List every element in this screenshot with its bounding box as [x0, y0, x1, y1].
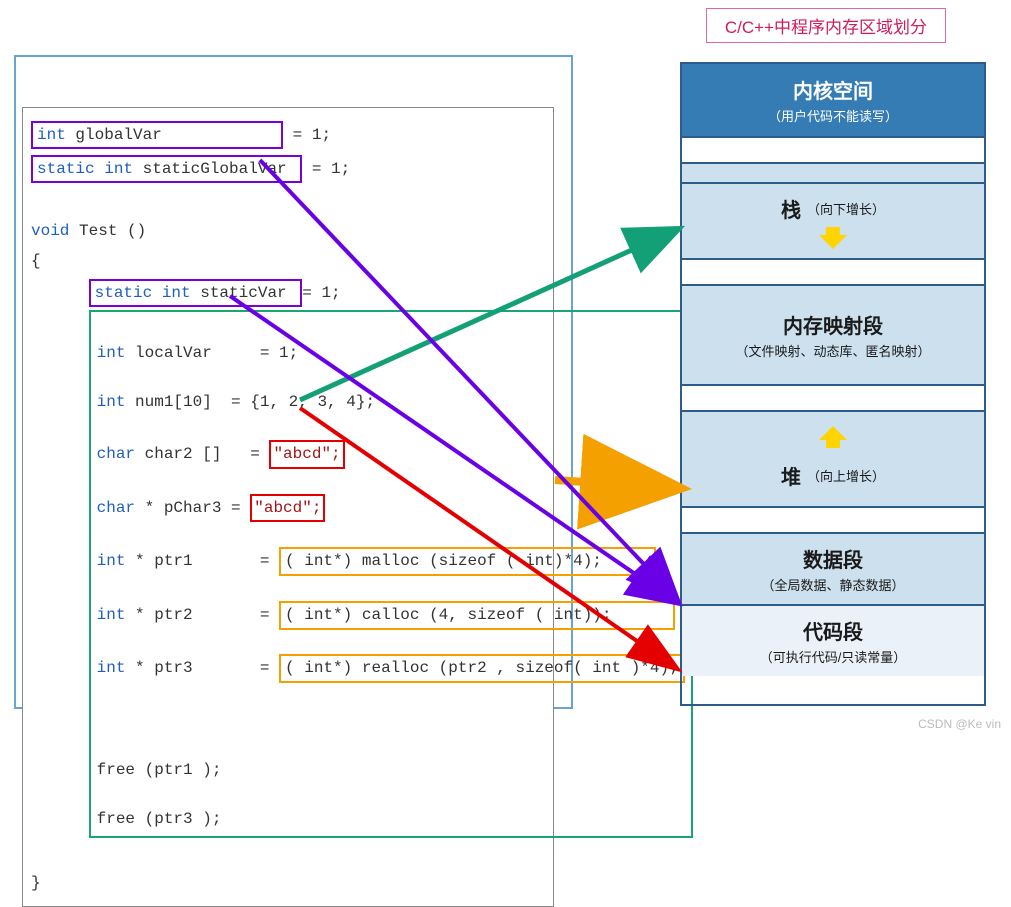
- code-line: static int staticGlobalVar = 1;: [23, 152, 553, 186]
- kw: int: [97, 606, 126, 624]
- kw: static int: [95, 284, 191, 302]
- code-line: int globalVar = 1;: [23, 118, 553, 152]
- str: "abcd";: [273, 445, 340, 463]
- region-kernel: 内核空间 （用户代码不能读写）: [682, 64, 984, 136]
- region-sub: （用户代码不能读写）: [768, 106, 898, 125]
- gap: [682, 384, 984, 410]
- code-line: static int staticVar = 1;: [23, 276, 553, 310]
- region-stack: 栈 （向下增长）: [682, 182, 984, 258]
- kw: int: [97, 552, 126, 570]
- region-mmap: 内存映射段 （文件映射、动态库、匿名映射）: [682, 284, 984, 384]
- code-line: [23, 186, 553, 216]
- kw: int: [97, 659, 126, 677]
- free: free (ptr1 );: [97, 761, 222, 779]
- region-sub: （文件映射、动态库、匿名映射）: [735, 341, 930, 360]
- region-title: 内核空间: [793, 75, 873, 104]
- str: "abcd";: [254, 499, 321, 517]
- code-line: [23, 838, 553, 868]
- txt: localVar = 1;: [125, 344, 298, 362]
- txt: * ptr3 =: [125, 659, 279, 677]
- txt: * ptr1 =: [125, 552, 279, 570]
- code-line: void Test (): [23, 216, 553, 246]
- arrow-down-icon: [819, 227, 847, 249]
- eq: = 1;: [302, 284, 340, 302]
- brace: }: [31, 874, 41, 892]
- title-box: C/C++中程序内存区域划分: [706, 8, 946, 43]
- gap: [682, 162, 984, 182]
- ident: staticGlobalVar: [133, 160, 296, 178]
- region-heap: 堆 （向上增长）: [682, 410, 984, 506]
- region-sub: （全局数据、静态数据）: [761, 575, 904, 594]
- ident: globalVar: [66, 126, 277, 144]
- txt: char2 [] =: [135, 445, 269, 463]
- txt: num1[10] = {1, 2, 3, 4};: [125, 393, 375, 411]
- region-sub: （向上增长）: [807, 466, 885, 485]
- region-sub: （可执行代码/只读常量）: [760, 647, 907, 666]
- region-title: 数据段: [803, 544, 863, 573]
- region-sub: （向下增长）: [807, 199, 885, 218]
- eq: = 1;: [283, 126, 331, 144]
- txt: ( int*) calloc (4, sizeof ( int));: [285, 606, 611, 624]
- gap: [682, 258, 984, 284]
- region-data: 数据段 （全局数据、静态数据）: [682, 532, 984, 604]
- gap: [682, 136, 984, 162]
- txt: * pChar3 =: [135, 499, 250, 517]
- title-text: C/C++中程序内存区域划分: [725, 18, 927, 37]
- code-line: }: [23, 868, 553, 898]
- kw-static: static int: [37, 160, 133, 178]
- txt: ( int*) malloc (sizeof ( int)*4);: [285, 552, 602, 570]
- watermark: CSDN @Ke vin: [918, 717, 1001, 731]
- txt: * ptr2 =: [125, 606, 279, 624]
- eq: = 1;: [302, 160, 350, 178]
- region-title: 内存映射段: [783, 310, 883, 339]
- green-block: int localVar = 1; int num1[10] = {1, 2, …: [23, 310, 553, 838]
- code-line: {: [23, 246, 553, 276]
- kw: int: [97, 393, 126, 411]
- kw: int: [97, 344, 126, 362]
- arrow-up-icon: [819, 426, 847, 448]
- kw: char: [97, 445, 135, 463]
- gap: [682, 506, 984, 532]
- ident: staticVar: [191, 284, 297, 302]
- brace: {: [31, 252, 41, 270]
- region-title: 堆: [781, 461, 801, 490]
- code-panel: int globalVar = 1; static int staticGlob…: [22, 107, 554, 907]
- kw-void: void: [31, 222, 69, 240]
- code-panel-outer: int globalVar = 1; static int staticGlob…: [14, 55, 573, 709]
- region-code: 代码段 （可执行代码/只读常量）: [682, 604, 984, 676]
- region-title: 代码段: [803, 616, 863, 645]
- func: Test (): [69, 222, 146, 240]
- kw: char: [97, 499, 135, 517]
- kw-int: int: [37, 126, 66, 144]
- memory-layout: 内核空间 （用户代码不能读写） 栈 （向下增长） 内存映射段 （文件映射、动态库…: [680, 62, 986, 706]
- free: free (ptr3 );: [97, 810, 222, 828]
- txt: ( int*) realloc (ptr2 , sizeof( int )*4)…: [285, 659, 679, 677]
- region-title: 栈: [781, 194, 801, 223]
